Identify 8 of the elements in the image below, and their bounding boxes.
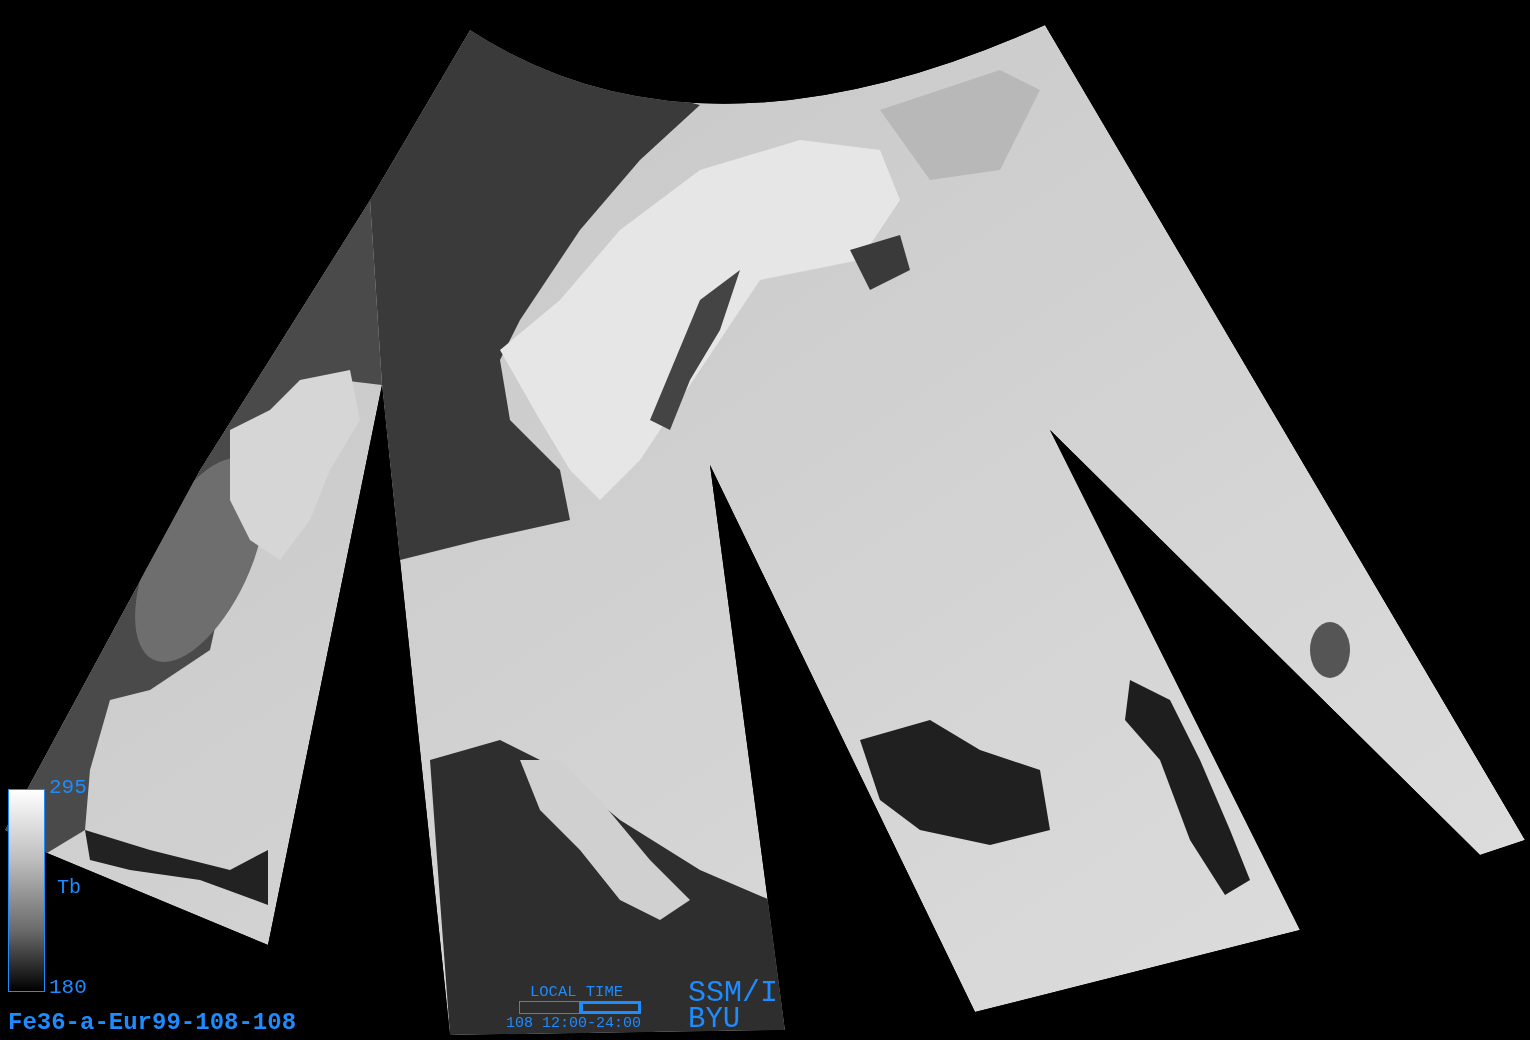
local-time-title: LOCAL TIME (530, 984, 623, 1001)
image-id-label: Fe36-a-Eur99-108-108 (8, 1009, 297, 1036)
colorbar-quantity-label: Tb (56, 876, 81, 900)
colorbar-min-label: 180 (49, 976, 87, 1000)
sensor-name-label: SSM/I (688, 979, 778, 1007)
institution-label: BYU (688, 1007, 741, 1033)
colorbar-max-label: 295 (49, 776, 87, 800)
local-time-caption: 108 12:00-24:00 (506, 1014, 642, 1034)
